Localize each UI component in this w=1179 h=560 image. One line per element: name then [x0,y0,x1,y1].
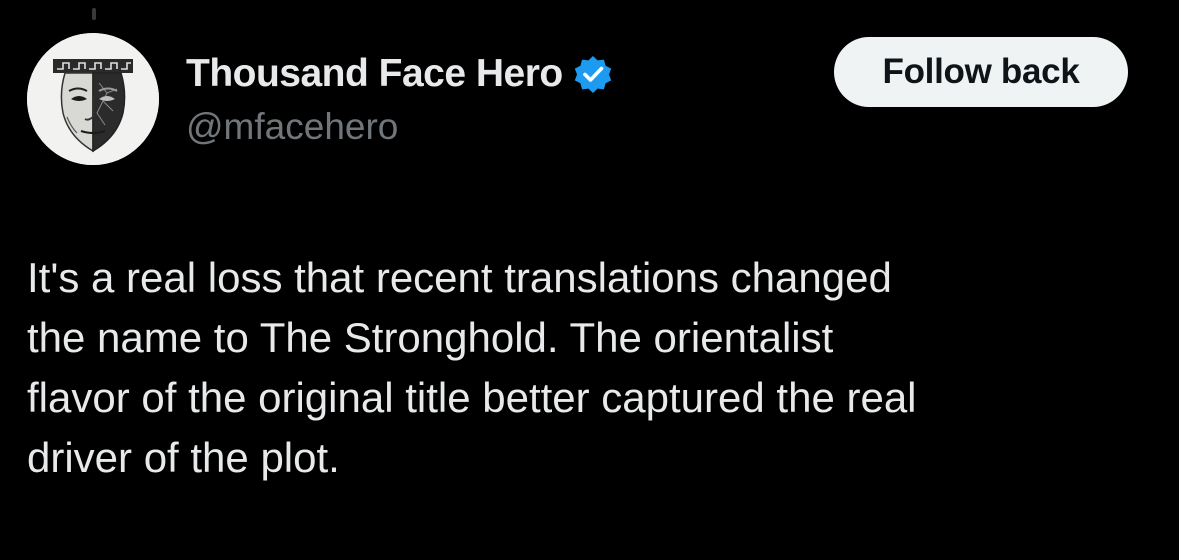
tweet-text-line: the name to The Stronghold. The oriental… [27,314,834,361]
thread-line [92,8,96,20]
author-handle[interactable]: @mfacehero [186,106,398,148]
tweet-text-line: It's a real loss that recent translation… [27,254,892,301]
author-display-name[interactable]: Thousand Face Hero [186,52,563,96]
author-name-row: Thousand Face Hero [186,52,613,96]
tweet-card: Thousand Face Hero @mfacehero Follow bac… [0,0,1179,560]
follow-back-button[interactable]: Follow back [834,37,1128,107]
greek-mask-avatar-icon [27,33,159,165]
tweet-text-line: flavor of the original title better capt… [27,374,917,421]
verified-badge-icon [574,56,611,93]
avatar[interactable] [27,33,159,165]
tweet-text-line: driver of the plot. [27,434,340,481]
tweet-text: It's a real loss that recent translation… [27,248,1157,488]
